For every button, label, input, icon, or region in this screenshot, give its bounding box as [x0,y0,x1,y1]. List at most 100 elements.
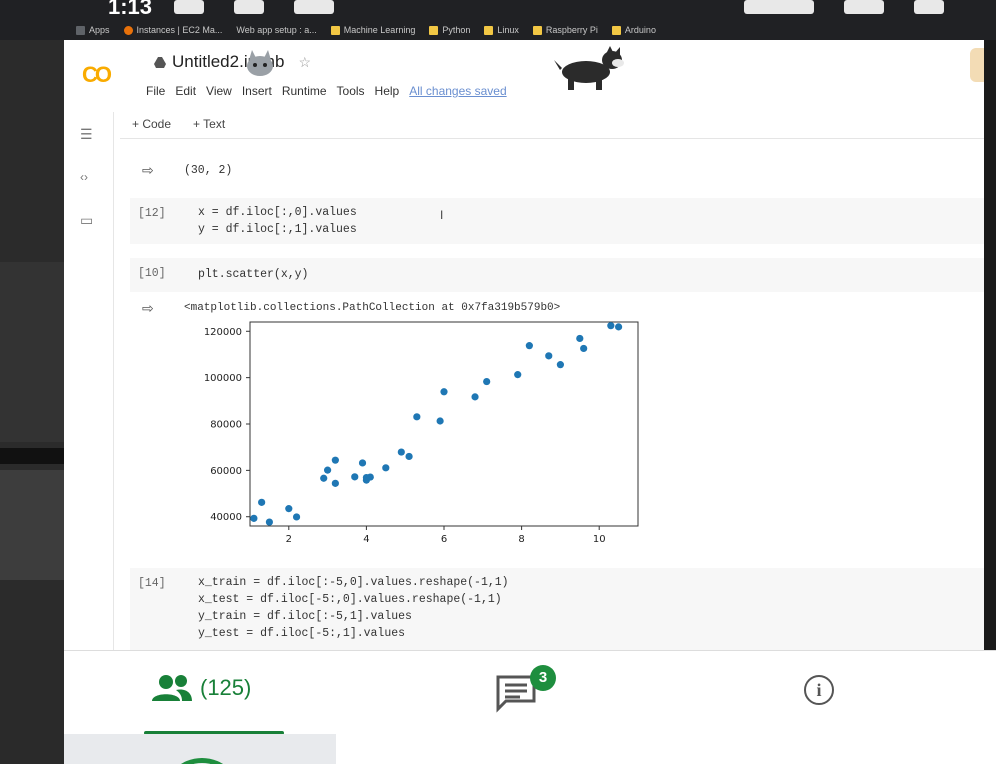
scatter-point [436,417,444,425]
bookmark-ml[interactable]: Machine Learning [330,25,415,35]
scatter-point [331,456,339,464]
output-pathcollection: ⇨ <matplotlib.collections.PathCollection… [130,298,984,320]
bookmark-webapp[interactable]: Web app setup : a... [236,25,316,35]
cell-prompt: [12] [138,207,166,220]
bookmark-python[interactable]: Python [429,25,470,35]
output-shape: ⇨ (30, 2) [130,158,984,184]
menu-runtime[interactable]: Runtime [282,84,327,98]
files-folder-icon[interactable]: ▭ [80,212,93,229]
drive-icon [154,56,166,68]
info-icon[interactable]: i [804,675,834,705]
phone-status-bar: 1:13 [64,0,996,19]
scatter-point [525,342,533,350]
menu-file[interactable]: File [146,84,165,98]
output-text: (30, 2) [184,164,233,177]
people-icon [152,675,192,701]
bottom-panel [64,734,996,764]
add-text-button[interactable]: + Text [193,117,225,131]
folder-icon [429,25,439,35]
folder-icon [484,25,494,35]
menu-help[interactable]: Help [375,84,400,98]
scatter-point [471,393,479,401]
text-cursor-icon: I [440,208,444,222]
bottom-panel-right [336,734,996,764]
chat-button[interactable]: 3 [494,665,556,713]
menu-insert[interactable]: Insert [242,84,272,98]
scatter-point [258,498,266,506]
left-sidebar: ☰ ‹› ▭ [64,112,114,650]
battery-icon [914,0,944,14]
scatter-point [265,518,273,526]
bookmarks-bar: Apps Instances | EC2 Ma... Web app setup… [76,22,656,38]
scatter-point [607,322,615,330]
scatter-point [292,513,301,521]
scatter-point [545,352,553,360]
table-of-contents-icon[interactable]: ☰ [80,126,93,143]
background-desktop-strip [0,0,64,764]
screen: 1:13 Apps Instances | EC2 Ma... Web app … [0,0,996,764]
scatter-point [331,479,339,487]
toolbar-divider [120,138,984,139]
apps-icon [76,25,85,35]
y-tick-label: 40000 [210,512,242,523]
menu-bar: File Edit View Insert Runtime Tools Help… [146,84,507,98]
folder-icon [330,25,340,35]
signal-icon [844,0,884,14]
mascot-edge [970,48,984,82]
code-snippets-icon[interactable]: ‹› [80,170,88,184]
scatter-point [405,452,413,461]
folder-icon [611,25,621,35]
participants-button[interactable]: (125) [150,673,251,703]
status-icon [174,0,204,14]
scatter-point [351,473,359,481]
cell-code[interactable]: x = df.iloc[:,0].values y = df.iloc[:,1]… [198,204,357,238]
colab-logo[interactable]: CO [82,62,112,88]
scatter-plot: 40000 60000 80000 100000 120000 2 4 6 8 10 [204,321,639,545]
saved-status[interactable]: All changes saved [409,84,506,98]
aws-icon [123,25,133,35]
notebook-toolbar: + Code + Text [128,112,984,136]
cell-prompt: [10] [138,267,166,280]
code-cell-10[interactable]: [10] plt.scatter(x,y) [130,258,984,292]
bookmark-arduino[interactable]: Arduino [611,25,656,35]
scatter-point [382,464,390,472]
status-icon [294,0,334,14]
status-time: 1:13 [108,0,153,19]
cell-code[interactable]: plt.scatter(x,y) [198,266,308,283]
scatter-point [285,505,293,513]
y-tick-label: 100000 [204,373,242,384]
scatter-point [366,473,374,481]
bookmark-linux[interactable]: Linux [484,25,519,35]
scatter-point [250,514,258,522]
bookmark-apps[interactable]: Apps [76,25,110,35]
bookmark-ec2[interactable]: Instances | EC2 Ma... [123,25,222,35]
scatter-point [440,388,448,396]
code-cell-14[interactable]: [14] x_train = df.iloc[:-5,0].values.res… [130,568,984,650]
y-axis-ticks: 40000 60000 80000 100000 120000 [204,327,250,523]
cell-code[interactable]: x_train = df.iloc[:-5,0].values.reshape(… [198,574,509,642]
menu-view[interactable]: View [206,84,232,98]
participant-count: (125) [200,675,252,700]
corgi-mascot-icon [554,46,624,90]
folder-icon [532,25,542,35]
cat-mascot-icon [247,50,273,76]
scatter-point [556,361,564,369]
x-tick-label: 6 [441,534,447,545]
notebook-title-row: Untitled2.ipynb ☆ [154,52,311,72]
bookmark-raspberry[interactable]: Raspberry Pi [532,25,598,35]
output-arrow-icon: ⇨ [142,162,154,178]
status-icon [744,0,814,14]
x-tick-label: 10 [593,534,606,545]
code-cell-12[interactable]: [12] x = df.iloc[:,0].values y = df.iloc… [130,198,984,244]
scatter-point [358,459,367,467]
scatter-point [320,474,328,482]
chat-unread-badge: 3 [530,665,556,691]
meeting-bottom-bar: (125) 3 i [64,650,996,735]
menu-edit[interactable]: Edit [175,84,196,98]
add-code-button[interactable]: + Code [132,117,171,131]
scatter-point [413,413,421,421]
scatter-point [324,466,332,474]
menu-tools[interactable]: Tools [337,84,365,98]
star-icon[interactable]: ☆ [298,54,311,71]
browser-top-bar: 1:13 Apps Instances | EC2 Ma... Web app … [64,0,996,40]
